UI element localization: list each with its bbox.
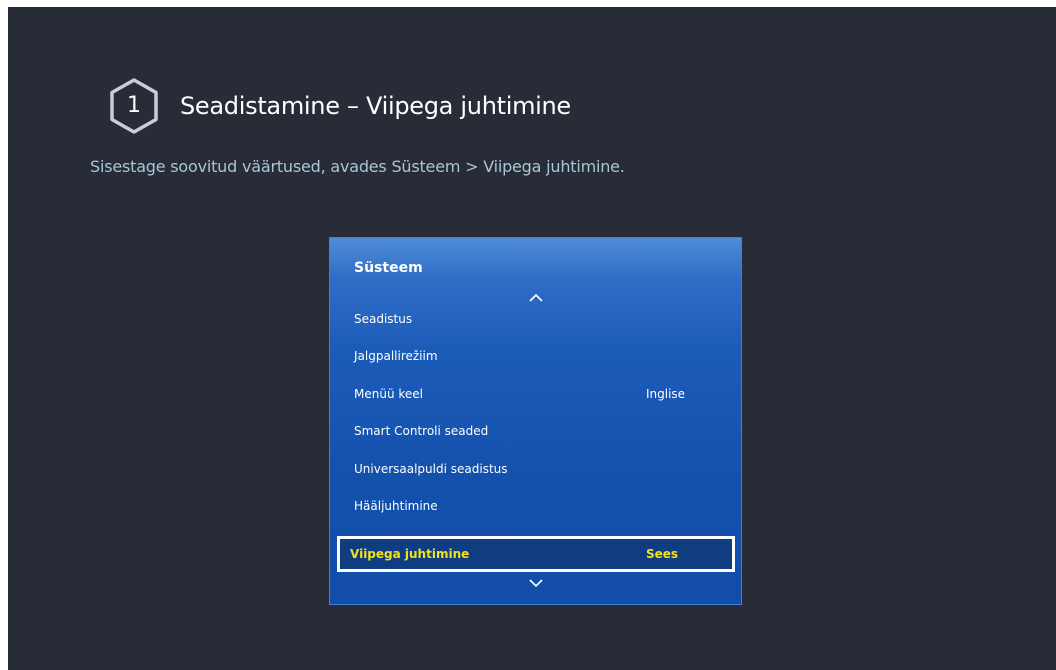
menu-item-value: Sees bbox=[646, 547, 679, 561]
menu-title: Süsteem bbox=[354, 260, 423, 276]
instruction-text: Sisestage soovitud väärtused, avades Süs… bbox=[90, 157, 625, 176]
menu-item-label: Menüü keel bbox=[354, 387, 423, 401]
menu-item-label: Universaalpuldi seadistus bbox=[354, 462, 508, 476]
system-menu: Süsteem Seadistus Jalgpallirežiim Menüü … bbox=[329, 237, 742, 605]
menu-item-universaalpuldi-seadistus[interactable]: Universaalpuldi seadistus bbox=[354, 457, 717, 481]
menu-item-label: Seadistus bbox=[354, 312, 413, 326]
chevron-down-icon[interactable] bbox=[529, 578, 543, 588]
menu-item-label: Viipega juhtimine bbox=[350, 547, 470, 561]
tv-screen: 1 Seadistamine – Viipega juhtimine Sises… bbox=[8, 7, 1056, 670]
page-title: Seadistamine – Viipega juhtimine bbox=[180, 92, 571, 120]
menu-item-seadistus[interactable]: Seadistus bbox=[354, 307, 717, 331]
menu-item-haaljuhtimine[interactable]: Hääljuhtimine bbox=[354, 494, 717, 518]
menu-item-label: Smart Controli seaded bbox=[354, 424, 489, 438]
menu-item-label: Jalgpallirežiim bbox=[354, 349, 438, 363]
menu-item-smart-controli-seaded[interactable]: Smart Controli seaded bbox=[354, 419, 717, 443]
menu-item-jalgpallireziim[interactable]: Jalgpallirežiim bbox=[354, 344, 717, 368]
chevron-up-icon[interactable] bbox=[529, 293, 543, 303]
menu-item-value: Inglise bbox=[646, 387, 686, 401]
step-number: 1 bbox=[127, 93, 141, 118]
menu-item-label: Hääljuhtimine bbox=[354, 499, 438, 513]
menu-item-menuu-keel[interactable]: Menüü keel Inglise bbox=[354, 382, 717, 406]
step-badge: 1 bbox=[106, 76, 162, 136]
menu-item-viipega-juhtimine[interactable]: Viipega juhtimine Sees bbox=[337, 536, 735, 572]
